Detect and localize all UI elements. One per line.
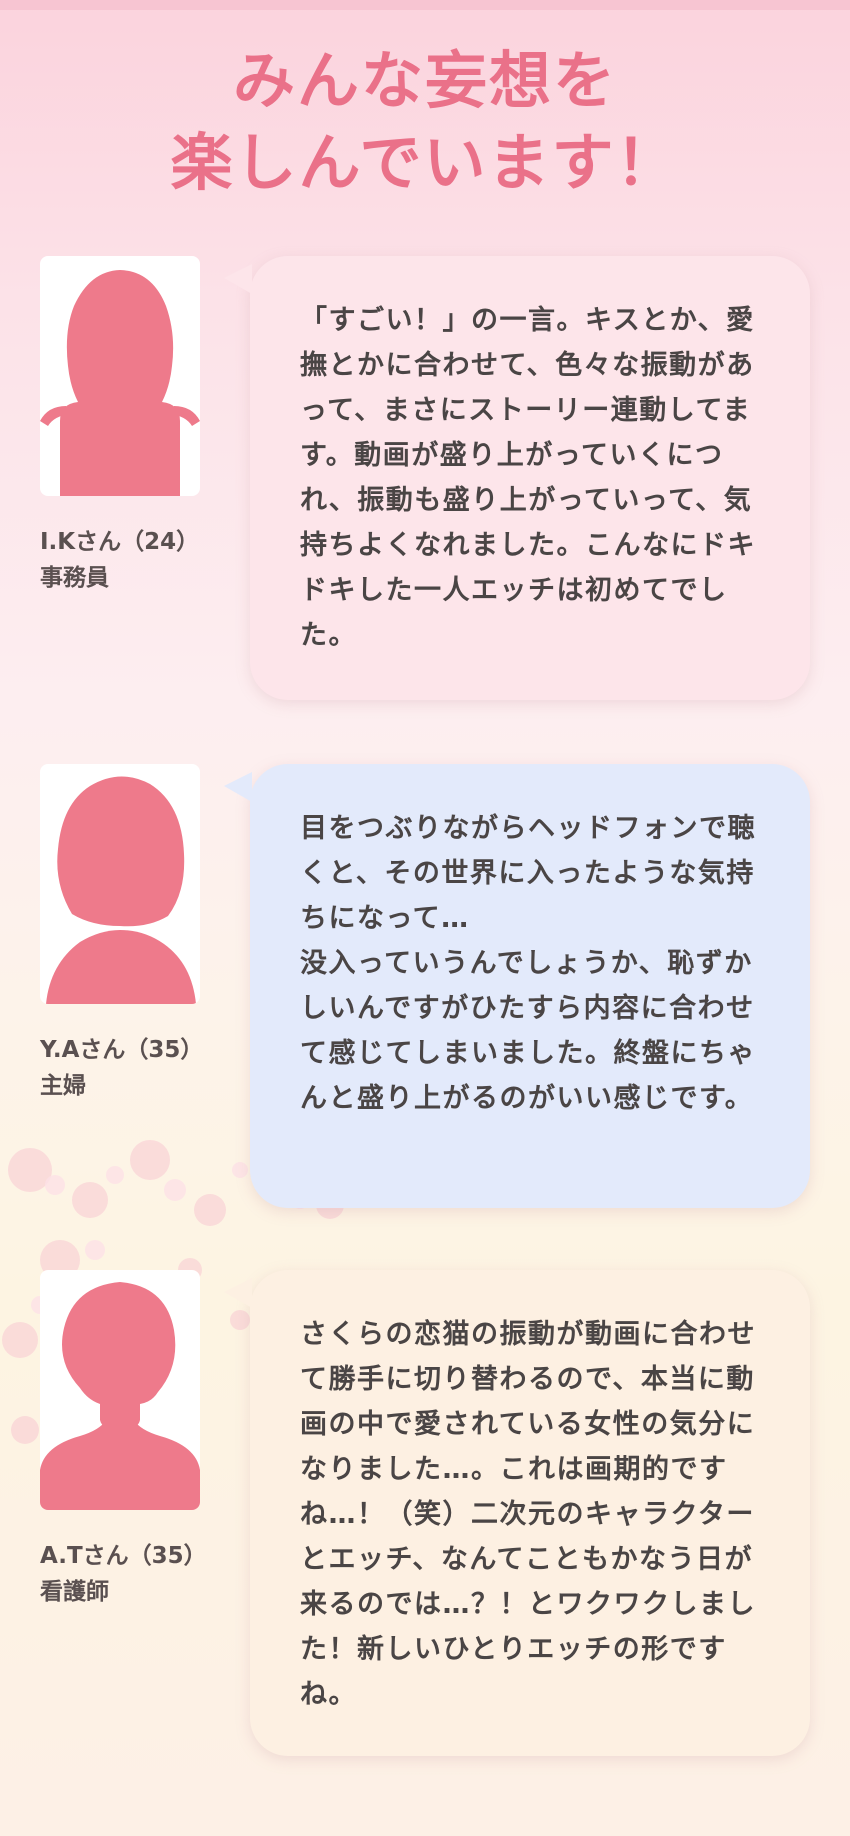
reviewer-info: I.Kさん（24） 事務員 bbox=[40, 524, 210, 596]
page-title: みんな妄想を 楽しんでいます！ bbox=[0, 40, 850, 204]
reviewer-name: I.Kさん（24） bbox=[40, 529, 200, 555]
comment-text: 目をつぶりながらヘッドフォンで聴くと、その世界に入ったような気持ちになって… 没… bbox=[300, 813, 756, 1114]
comment-bubble: 目をつぶりながらヘッドフォンで聴くと、その世界に入ったような気持ちになって… 没… bbox=[224, 764, 810, 1208]
avatar bbox=[40, 1270, 200, 1510]
title-line-1: みんな妄想を bbox=[232, 44, 617, 117]
bubble-tail bbox=[224, 264, 252, 294]
reviewer-occupation: 看護師 bbox=[40, 1579, 109, 1605]
top-bar bbox=[0, 0, 850, 10]
reviewer-name: A.Tさん（35） bbox=[40, 1543, 207, 1569]
reviewer-occupation: 主婦 bbox=[40, 1073, 86, 1099]
reviewer-occupation: 事務員 bbox=[40, 565, 109, 591]
comment-text: さくらの恋猫の振動が動画に合わせて勝手に切り替わるので、本当に動画の中で愛されて… bbox=[300, 1319, 756, 1710]
avatar bbox=[40, 256, 200, 496]
woman-silhouette-icon bbox=[40, 270, 200, 496]
comment-text: 「すごい！」の一言。キスとか、愛撫とかに合わせて、色々な振動があって、まさにスト… bbox=[300, 305, 756, 651]
bubble-tail bbox=[224, 772, 252, 802]
reviewer-info: Y.Aさん（35） 主婦 bbox=[40, 1032, 210, 1104]
comment-bubble: 「すごい！」の一言。キスとか、愛撫とかに合わせて、色々な振動があって、まさにスト… bbox=[224, 256, 810, 700]
woman-silhouette-icon bbox=[46, 776, 196, 1004]
title-line-2: 楽しんでいます！ bbox=[170, 126, 680, 199]
bubble-tail bbox=[224, 1278, 252, 1308]
reviewer-name: Y.Aさん（35） bbox=[40, 1037, 204, 1063]
reviewer-info: A.Tさん（35） 看護師 bbox=[40, 1538, 210, 1610]
woman-silhouette-icon bbox=[40, 1282, 200, 1510]
avatar bbox=[40, 764, 200, 1004]
comment-bubble: さくらの恋猫の振動が動画に合わせて勝手に切り替わるので、本当に動画の中で愛されて… bbox=[224, 1270, 810, 1756]
